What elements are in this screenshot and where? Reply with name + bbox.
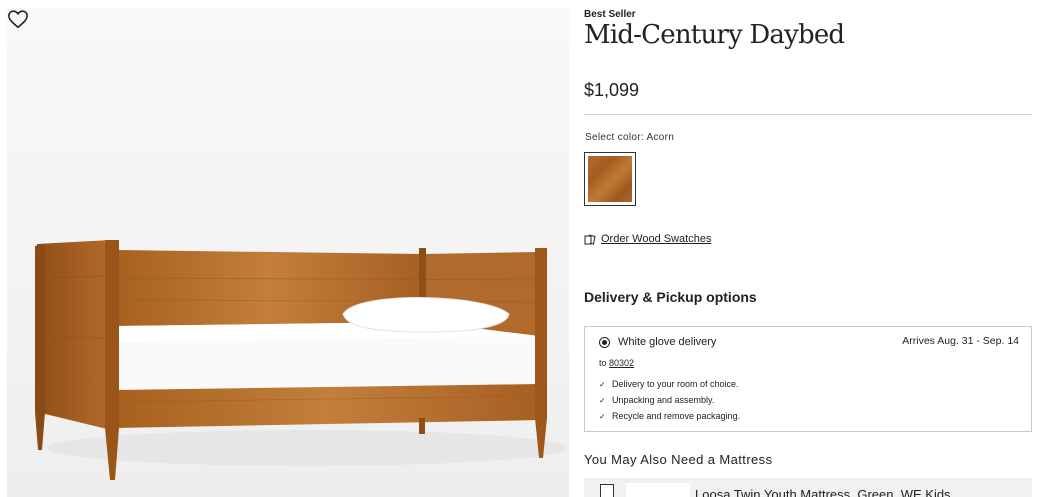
product-image[interactable] — [7, 8, 569, 497]
arrival-dates: Arrives Aug. 31 - Sep. 14 — [902, 335, 1019, 347]
delivery-option-card[interactable]: White glove delivery Arrives Aug. 31 - S… — [584, 326, 1032, 432]
list-item: ✓ Delivery to your room of choice. — [599, 376, 740, 392]
delivery-zip-line: to 80302 — [599, 358, 634, 368]
product-price: $1,099 — [584, 80, 640, 100]
swatch-book-icon — [584, 234, 596, 245]
recommended-item[interactable]: Loosa Twin Youth Mattress, Green, WE Kid… — [584, 478, 1032, 497]
add-mattress-checkbox[interactable] — [600, 484, 614, 497]
checkmark-icon: ✓ — [599, 411, 606, 421]
order-wood-swatches-link[interactable]: Order Wood Swatches — [584, 233, 711, 245]
product-title: Mid-Century Daybed — [584, 20, 845, 50]
swatch-chip — [588, 156, 632, 202]
daybed-photo — [35, 240, 567, 480]
delivery-option-label[interactable]: White glove delivery — [618, 336, 716, 348]
delivery-benefits: ✓ Delivery to your room of choice. ✓ Unpac… — [599, 376, 740, 424]
white-glove-radio[interactable] — [599, 337, 610, 348]
benefit-text: Delivery to your room of choice. — [612, 379, 739, 389]
list-item: ✓ Unpacking and assembly. — [599, 392, 740, 408]
to-prefix: to — [599, 358, 607, 368]
list-item: ✓ Recycle and remove packaging. — [599, 408, 740, 424]
delivery-heading: Delivery & Pickup options — [584, 289, 757, 305]
mattress-name[interactable]: Loosa Twin Youth Mattress, Green, WE Kid… — [695, 487, 951, 497]
order-wood-swatches-label: Order Wood Swatches — [601, 233, 712, 245]
color-label: Select color: Acorn — [585, 132, 675, 143]
mattress-section-heading: You May Also Need a Mattress — [584, 452, 773, 467]
heart-icon[interactable] — [7, 8, 29, 30]
divider — [584, 114, 1032, 115]
best-seller-badge: Best Seller — [584, 9, 636, 20]
mattress-thumbnail — [626, 483, 690, 497]
benefit-text: Unpacking and assembly. — [612, 395, 715, 405]
color-swatch-acorn[interactable] — [584, 152, 636, 206]
checkmark-icon: ✓ — [599, 379, 606, 389]
checkmark-icon: ✓ — [599, 395, 606, 405]
product-info: Best Seller Mid-Century Daybed $1,099 Se… — [584, 0, 1032, 497]
benefit-text: Recycle and remove packaging. — [612, 411, 741, 421]
zip-code-link[interactable]: 80302 — [609, 358, 634, 368]
